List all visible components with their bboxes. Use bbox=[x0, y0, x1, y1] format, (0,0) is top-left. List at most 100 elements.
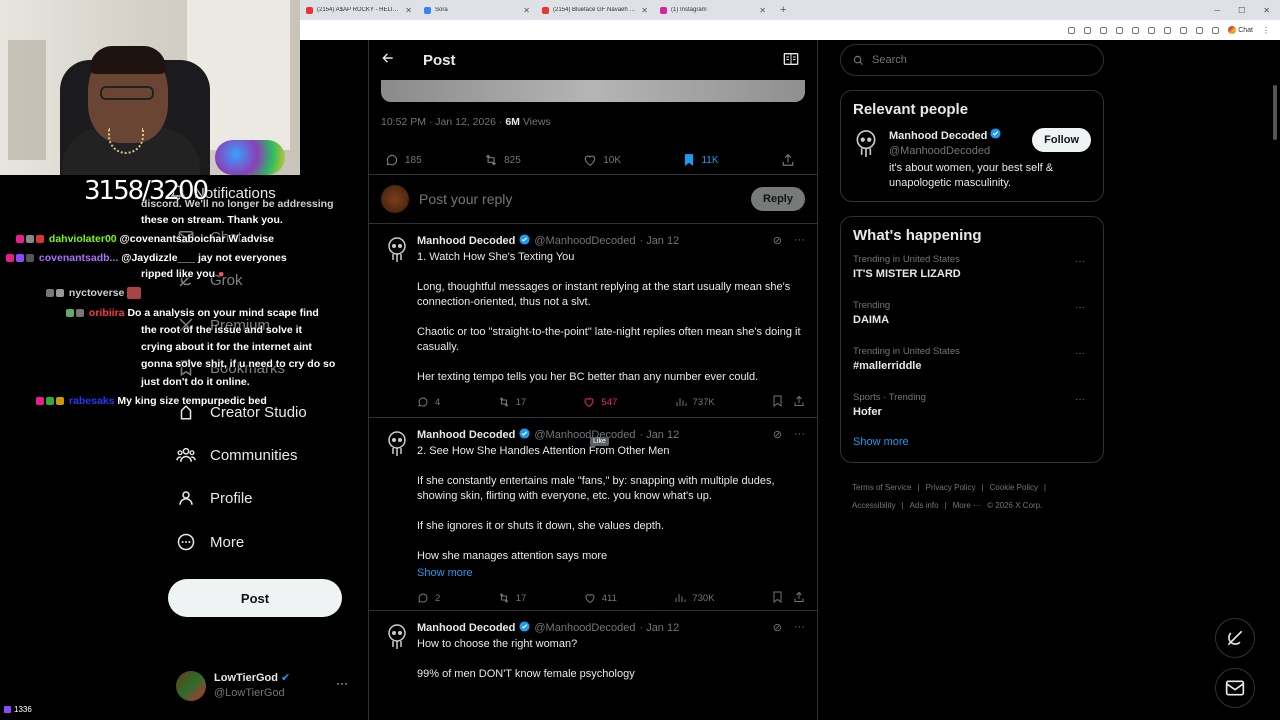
grok-icon[interactable]: ⊘ bbox=[773, 428, 782, 441]
reader-mode-icon[interactable] bbox=[783, 52, 799, 71]
browser-tab[interactable]: (1) Instagram ✕ bbox=[654, 0, 772, 20]
like-button[interactable]: 10K bbox=[583, 153, 621, 167]
share-icon[interactable] bbox=[793, 591, 805, 606]
chat-line: these on stream. Thank you. bbox=[141, 214, 283, 226]
tweet-text: 1. Watch How She's Texting You Long, tho… bbox=[417, 251, 801, 383]
trend-item[interactable]: Sports · Trending Hofer ··· bbox=[853, 392, 1091, 430]
star-icon[interactable] bbox=[1116, 26, 1124, 34]
post-button[interactable]: Post bbox=[168, 579, 342, 617]
badge-icon bbox=[6, 254, 14, 263]
nav-item-profile[interactable]: Profile bbox=[176, 483, 253, 513]
browser-tab[interactable]: Sora ✕ bbox=[418, 0, 536, 20]
more-icon[interactable]: ··· bbox=[1075, 256, 1085, 267]
grok-fab[interactable] bbox=[1215, 618, 1255, 658]
views-chart-icon bbox=[676, 398, 687, 406]
nav-item-communities[interactable]: Communities bbox=[176, 440, 298, 470]
zoom-icon[interactable] bbox=[1084, 26, 1092, 34]
emote-icon bbox=[127, 287, 142, 300]
show-more-link[interactable]: Show more bbox=[853, 436, 1091, 452]
badge-icon bbox=[46, 397, 54, 406]
repost-button[interactable]: 17 bbox=[498, 592, 526, 604]
skull-avatar-icon bbox=[388, 237, 406, 262]
reply-button[interactable]: 4 bbox=[417, 396, 440, 408]
post-header: Post bbox=[369, 40, 817, 80]
show-more-link[interactable]: Show more bbox=[417, 566, 805, 581]
repost-button[interactable]: 825 bbox=[484, 153, 521, 167]
post-meta: 10:52 PM · Jan 12, 2026 · 6M Views bbox=[381, 116, 551, 128]
more-icon[interactable]: ··· bbox=[794, 621, 805, 634]
heart-icon bbox=[585, 594, 595, 604]
sidebar-icon[interactable] bbox=[1212, 26, 1220, 34]
like-button[interactable]: 411 bbox=[584, 592, 617, 604]
reply-input[interactable]: Post your reply bbox=[419, 191, 751, 207]
extension-icon[interactable] bbox=[1068, 26, 1076, 34]
close-icon[interactable]: ✕ bbox=[405, 6, 412, 15]
reply-tweet[interactable]: Manhood Decoded @ManhoodDecoded · Jan 12… bbox=[369, 418, 817, 611]
maximize-icon[interactable]: ☐ bbox=[1238, 6, 1245, 15]
more-icon[interactable]: ··· bbox=[794, 428, 805, 441]
more-icon[interactable]: ··· bbox=[336, 676, 348, 690]
post-actions: 185 825 10K 11K bbox=[369, 152, 817, 168]
heart-icon bbox=[585, 155, 596, 166]
more-icon[interactable]: ··· bbox=[1075, 394, 1085, 405]
trend-item[interactable]: Trending DAIMA ··· bbox=[853, 300, 1091, 338]
trend-item[interactable]: Trending in United States #mallerriddle ··… bbox=[853, 346, 1091, 384]
trend-item[interactable]: Trending in United States IT'S MISTER LIZ… bbox=[853, 254, 1091, 292]
views-button[interactable]: 730K bbox=[674, 592, 715, 604]
follow-button[interactable]: Follow bbox=[1032, 128, 1091, 152]
share-icon[interactable] bbox=[793, 395, 805, 410]
like-button[interactable]: 547 bbox=[583, 396, 617, 408]
post-media[interactable] bbox=[381, 80, 805, 102]
extension-icon[interactable] bbox=[1132, 26, 1140, 34]
badge-icon bbox=[36, 397, 44, 406]
repost-icon bbox=[499, 397, 508, 407]
chat-line: oribiira Do a analysis on your mind scap… bbox=[66, 307, 319, 319]
reply-tweet[interactable]: Manhood Decoded @ManhoodDecoded · Jan 12… bbox=[369, 224, 817, 418]
chat-line: nyctoverse bbox=[46, 287, 143, 300]
close-icon[interactable]: ✕ bbox=[523, 6, 530, 15]
minimize-icon[interactable]: ─ bbox=[1214, 6, 1220, 15]
messages-fab[interactable] bbox=[1215, 668, 1255, 708]
nav-item-more[interactable]: More bbox=[176, 527, 244, 557]
reply-tweet[interactable]: Manhood Decoded @ManhoodDecoded · Jan 12… bbox=[369, 611, 817, 701]
browser-tab[interactable]: (2154) A$AP ROCKY - HELICOPTE...✕ bbox=[300, 0, 418, 20]
scrollbar[interactable] bbox=[1273, 85, 1277, 140]
repost-button[interactable]: 17 bbox=[498, 396, 526, 408]
tweet-actions: 4 17 547 737K bbox=[417, 389, 805, 415]
new-tab-icon[interactable]: + bbox=[780, 4, 786, 16]
share-button[interactable] bbox=[781, 153, 795, 167]
extension-icon[interactable] bbox=[1148, 26, 1156, 34]
more-icon[interactable]: ··· bbox=[1075, 348, 1085, 359]
account-switcher[interactable]: LowTierGod ✔ @LowTierGod ··· bbox=[176, 666, 356, 706]
more-icon[interactable]: ··· bbox=[1075, 302, 1085, 313]
bookmark-button[interactable]: 11K bbox=[683, 153, 719, 167]
back-arrow-icon[interactable] bbox=[381, 51, 395, 70]
menu-icon[interactable]: ⋮ bbox=[1262, 26, 1270, 35]
bookmark-icon[interactable] bbox=[772, 591, 783, 606]
grok-icon[interactable]: ⊘ bbox=[773, 621, 782, 634]
views-button[interactable]: 737K bbox=[675, 396, 715, 408]
extension-icon[interactable] bbox=[1180, 26, 1188, 34]
bookmark-icon[interactable] bbox=[772, 395, 783, 410]
close-icon[interactable]: ✕ bbox=[641, 6, 648, 15]
badge-icon bbox=[16, 235, 24, 244]
reply-button[interactable]: 185 bbox=[385, 153, 422, 167]
search-input[interactable]: Search bbox=[840, 44, 1104, 76]
puzzle-icon[interactable] bbox=[1196, 26, 1204, 34]
browser-tab[interactable]: (2154) Blueface GF Navaeh called...✕ bbox=[536, 0, 654, 20]
more-circle-icon bbox=[176, 532, 196, 552]
badge-icon bbox=[56, 397, 64, 406]
chat-button[interactable]: Chat bbox=[1228, 26, 1253, 34]
grok-icon[interactable]: ⊘ bbox=[773, 234, 782, 247]
badge-icon bbox=[56, 289, 64, 298]
translate-icon[interactable] bbox=[1100, 26, 1108, 34]
close-window-icon[interactable]: ✕ bbox=[1263, 6, 1270, 15]
extension-icon[interactable] bbox=[1164, 26, 1172, 34]
chat-line: covenantsadb... @Jaydizzle___ jay not ev… bbox=[6, 252, 287, 264]
reply-button[interactable]: 2 bbox=[417, 592, 440, 604]
reply-submit-button[interactable]: Reply bbox=[751, 187, 805, 211]
youtube-icon bbox=[306, 6, 313, 14]
close-icon[interactable]: ✕ bbox=[759, 6, 766, 15]
more-icon[interactable]: ··· bbox=[794, 234, 805, 247]
relevant-person[interactable]: Manhood Decoded @ManhoodDecoded it's abo… bbox=[853, 128, 1091, 191]
